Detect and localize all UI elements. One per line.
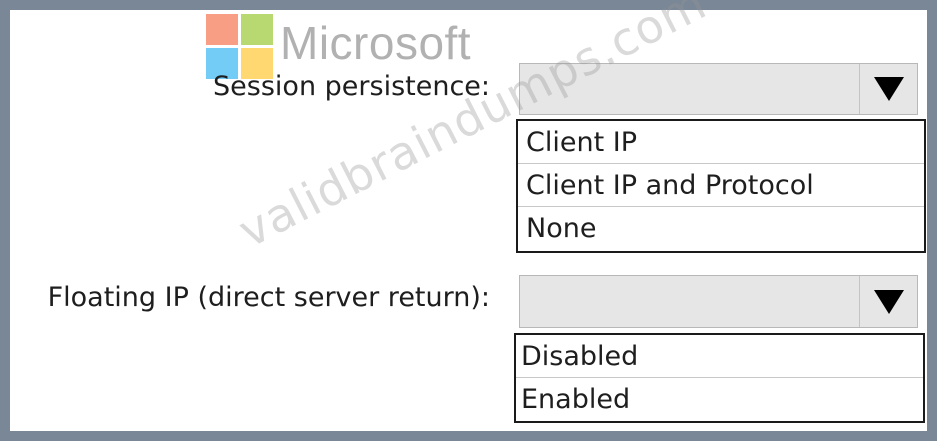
logo-square-green — [241, 14, 273, 45]
session-persistence-label: Session persistence: — [213, 71, 490, 102]
option-enabled[interactable]: Enabled — [516, 378, 923, 421]
triangle-down-icon — [873, 289, 904, 314]
floating-ip-dropdown-button[interactable] — [859, 276, 917, 327]
option-client-ip[interactable]: Client IP — [518, 121, 924, 164]
triangle-down-icon — [873, 77, 904, 101]
session-persistence-value[interactable] — [520, 64, 859, 114]
session-persistence-options: Client IP Client IP and Protocol None — [516, 119, 926, 253]
floating-ip-dropdown[interactable] — [519, 275, 918, 328]
floating-ip-label: Floating IP (direct server return): — [47, 282, 490, 313]
option-none[interactable]: None — [518, 207, 924, 250]
session-persistence-dropdown[interactable] — [519, 63, 918, 115]
floating-ip-value[interactable] — [520, 276, 859, 327]
option-disabled[interactable]: Disabled — [516, 335, 923, 378]
logo-wordmark: Microsoft — [280, 17, 472, 69]
logo-square-red — [206, 14, 238, 45]
session-persistence-dropdown-button[interactable] — [859, 64, 917, 114]
option-client-ip-and-protocol[interactable]: Client IP and Protocol — [518, 164, 924, 207]
floating-ip-options: Disabled Enabled — [514, 333, 925, 423]
